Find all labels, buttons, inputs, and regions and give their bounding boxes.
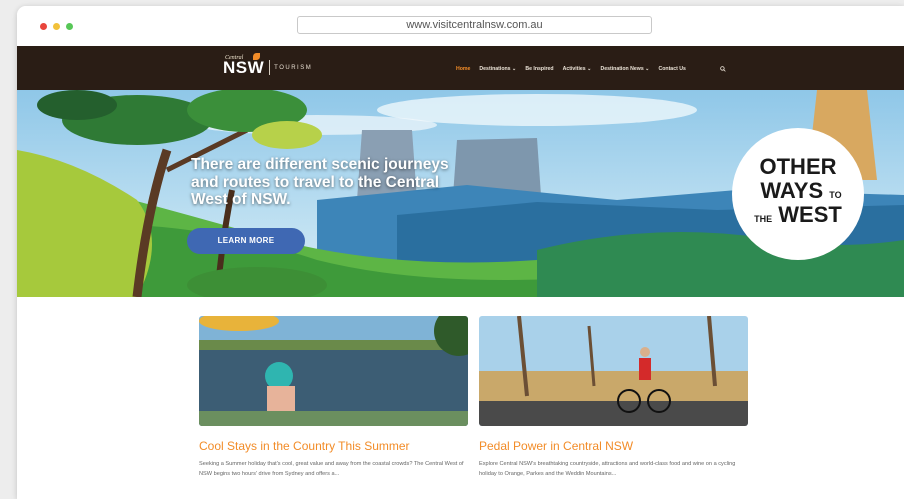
site-header: Central NSW TOURISM Home Destinations ⌄ …	[17, 46, 904, 90]
article-title[interactable]: Pedal Power in Central NSW	[479, 439, 748, 453]
other-ways-to-the-west-badge[interactable]: OTHER WAYS TO THE WEST	[732, 128, 864, 260]
hero-banner: There are different scenic journeys and …	[17, 90, 904, 297]
menu-item-activities[interactable]: Activities ⌄	[563, 66, 592, 72]
logo-divider	[269, 60, 271, 75]
badge-word-ways: WAYS	[760, 178, 824, 203]
badge-word-west: WEST	[778, 202, 842, 227]
menu-item-home[interactable]: Home	[456, 66, 470, 72]
minimize-window-dot[interactable]	[53, 23, 60, 30]
close-window-dot[interactable]	[40, 23, 47, 30]
browser-chrome: www.visitcentralnsw.com.au	[17, 6, 904, 46]
logo-central-text: Central	[225, 55, 244, 61]
article-image-cycling[interactable]	[479, 316, 748, 426]
badge-line-3: THE WEST	[732, 202, 864, 228]
menu-item-be-inspired[interactable]: Be Inspired	[525, 66, 553, 72]
article-card[interactable]: Pedal Power in Central NSW Explore Centr…	[479, 316, 748, 479]
maximize-window-dot[interactable]	[66, 23, 73, 30]
badge-word-the: THE	[754, 214, 773, 224]
menu-item-destinations[interactable]: Destinations ⌄	[479, 66, 516, 72]
article-excerpt: Explore Central NSW's breathtaking count…	[479, 461, 736, 477]
logo-tourism-text: TOURISM	[274, 65, 313, 71]
browser-window: www.visitcentralnsw.com.au Central NSW T…	[17, 6, 904, 499]
site-logo[interactable]: Central NSW TOURISM	[223, 53, 313, 77]
hero-headline: There are different scenic journeys and …	[191, 156, 449, 208]
article-title[interactable]: Cool Stays in the Country This Summer	[199, 439, 468, 453]
main-menu: Home Destinations ⌄ Be Inspired Activiti…	[456, 66, 686, 72]
badge-word-to: TO	[829, 190, 842, 200]
logo-nsw-text: NSW	[223, 58, 265, 77]
badge-line-2: WAYS TO	[732, 178, 864, 204]
article-image-summer[interactable]	[199, 316, 468, 426]
badge-line-1: OTHER	[759, 154, 837, 179]
article-card[interactable]: Cool Stays in the Country This Summer Se…	[199, 316, 468, 479]
address-bar[interactable]: www.visitcentralnsw.com.au	[297, 16, 652, 34]
article-excerpt: Seeking a Summer holiday that's cool, gr…	[199, 461, 464, 477]
search-icon[interactable]	[720, 66, 726, 72]
learn-more-button[interactable]: LEARN MORE	[187, 228, 305, 254]
menu-item-destination-news[interactable]: Destination News ⌄	[600, 66, 649, 72]
logo-leaf-icon	[253, 53, 260, 60]
menu-item-contact-us[interactable]: Contact Us	[659, 66, 686, 72]
